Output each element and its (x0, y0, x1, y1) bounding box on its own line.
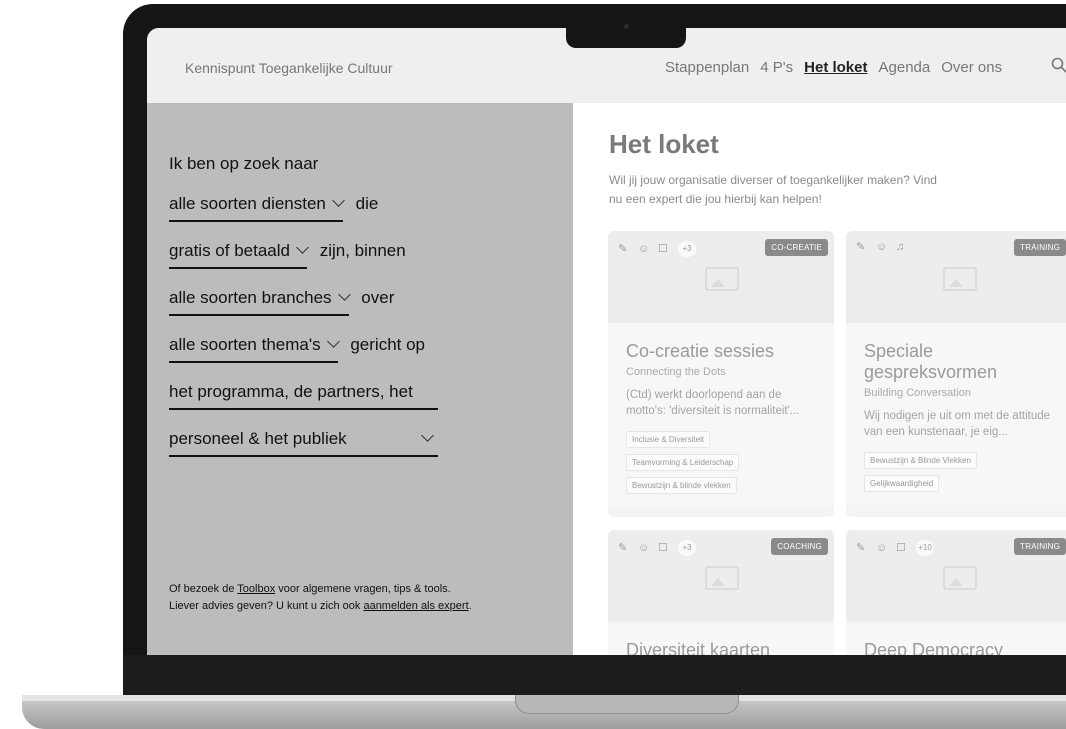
toolbox-link[interactable]: Toolbox (237, 583, 275, 595)
page-lead: Wil jij jouw organisatie diverser of toe… (609, 173, 937, 206)
site-brand[interactable]: Kennispunt Toegankelijke Cultuur (185, 60, 393, 76)
nav-item-over-ons[interactable]: Over ons (941, 59, 1002, 76)
category-badge: CO-CREATIE (765, 239, 828, 256)
card-title: Diversiteit kaarten (626, 640, 771, 655)
nav-item-het-loket[interactable]: Het loket (804, 59, 867, 76)
filter-row-target-1: het programma, de partners, het (169, 382, 438, 410)
image-placeholder-icon (705, 267, 739, 291)
category-badge: TRAINING (1014, 239, 1066, 256)
card-body: Deep Democracy (846, 622, 1066, 655)
target-select-line1[interactable]: het programma, de partners, het (169, 382, 438, 410)
signlanguage-icon: ☐ (658, 243, 668, 255)
filter-suffix: gericht op (350, 335, 426, 354)
screen: Kennispunt Toegankelijke Cultuur Stappen… (147, 28, 1066, 655)
footer-line-2: Liever advies geven? U kunt u zich ook a… (169, 600, 472, 612)
card-tags: Inclusie & Diversiteit Teamvorming & Lei… (626, 425, 816, 494)
filter-row-themas: alle soorten thema's gericht op (169, 335, 425, 363)
camera-icon (624, 24, 629, 29)
tag[interactable]: Bewustzijn & blinde vlekken (626, 477, 737, 494)
card-title: Speciale gespreksvormen (864, 341, 998, 382)
filter-row-branches: alle soorten branches over (169, 288, 394, 316)
mask-icon: ☺ (638, 542, 650, 554)
laptop-base-groove (515, 695, 739, 714)
card-description: Wij nodigen je uit om met de attitude va… (864, 410, 1051, 438)
card-description: (Ctd) werkt doorlopend aan de motto's: '… (626, 389, 800, 417)
chevron-down-icon (326, 335, 340, 348)
card-tags: Bewustzijn & Blinde Vlekken Gelijkwaardi… (864, 446, 1054, 492)
themes-select[interactable]: alle soorten thema's (169, 335, 340, 363)
card-subtitle: Building Conversation (864, 387, 972, 399)
card-icons: ✎ ☺ ☐ +3 (618, 540, 696, 556)
card-media: ✎ ☺ ☐ +3 CO-CREATIE (608, 231, 834, 323)
image-placeholder-icon (705, 566, 739, 590)
target-select[interactable]: personeel & het publiek (169, 429, 438, 457)
brush-icon: ✎ (618, 542, 628, 554)
main-content: Het loket Wil jij jouw organisatie diver… (573, 103, 1066, 655)
filter-suffix: over (361, 288, 395, 307)
card-media: ✎ ☺ ♫ TRAINING (846, 231, 1066, 323)
mask-icon: ☺ (638, 243, 650, 255)
image-placeholder-icon (943, 566, 977, 590)
footer-line-1: Of bezoek de Toolbox voor algemene vrage… (169, 583, 451, 595)
services-select[interactable]: alle soorten diensten (169, 194, 345, 222)
more-count: +10 (916, 540, 934, 556)
mask-icon: ☺ (876, 542, 888, 554)
card-body: Speciale gespreksvormen Building Convers… (846, 323, 1066, 504)
card-subtitle: Connecting the Dots (626, 366, 726, 378)
category-badge: COACHING (771, 538, 828, 555)
filter-row-target-2: personeel & het publiek (169, 429, 438, 457)
nav-item-stappenplan[interactable]: Stappenplan (665, 59, 749, 76)
card-title: Co-creatie sessies (626, 341, 775, 361)
nav-item-4ps[interactable]: 4 P's (760, 59, 793, 76)
tag[interactable]: Bewustzijn & Blinde Vlekken (864, 452, 977, 469)
brush-icon: ✎ (856, 542, 866, 554)
music-icon: ♫ (896, 241, 905, 253)
chevron-down-icon (332, 194, 345, 207)
card-body: Co-creatie sessies Connecting the Dots (… (608, 323, 834, 506)
expert-card[interactable]: ✎ ☺ ☐ +10 TRAINING Deep Democracy (846, 530, 1066, 655)
card-body: Diversiteit kaarten (608, 622, 834, 655)
laptop-chin (123, 655, 1066, 695)
expert-card[interactable]: ✎ ☺ ☐ +3 CO-CREATIE Co-creatie sessies C… (608, 231, 834, 517)
more-count: +3 (678, 241, 696, 257)
chevron-down-icon (421, 429, 434, 442)
category-badge: TRAINING (1014, 538, 1066, 555)
tag[interactable]: Gelijkwaardigheid (864, 475, 940, 492)
search-icon[interactable] (1051, 57, 1066, 73)
filter-panel: Ik ben op zoek naar alle soorten dienste… (147, 103, 573, 655)
signlanguage-icon: ☐ (658, 542, 668, 554)
filter-intro: Ik ben op zoek naar (169, 154, 319, 173)
tag[interactable]: Inclusie & Diversiteit (626, 431, 711, 448)
filter-suffix: die (355, 194, 379, 213)
image-placeholder-icon (943, 267, 977, 291)
card-media: ✎ ☺ ☐ +3 COACHING (608, 530, 834, 622)
register-expert-link[interactable]: aanmelden als expert (363, 600, 468, 612)
filter-suffix: zijn, binnen (319, 241, 406, 260)
nav-item-agenda[interactable]: Agenda (879, 59, 931, 76)
tag[interactable]: Teamvorming & Leiderschap (626, 454, 740, 471)
chevron-down-icon (337, 288, 351, 301)
filter-row-prijs: gratis of betaald zijn, binnen (169, 241, 406, 269)
brush-icon: ✎ (856, 241, 866, 253)
price-select[interactable]: gratis of betaald (169, 241, 309, 269)
chevron-down-icon (296, 241, 309, 254)
filter-row-diensten: alle soorten diensten die (169, 194, 378, 222)
more-count: +3 (678, 540, 696, 556)
brush-icon: ✎ (618, 243, 628, 255)
card-media: ✎ ☺ ☐ +10 TRAINING (846, 530, 1066, 622)
page-title: Het loket (609, 129, 719, 159)
expert-card[interactable]: ✎ ☺ ♫ TRAINING Speciale gespreksvormen B… (846, 231, 1066, 517)
card-icons: ✎ ☺ ♫ (856, 241, 908, 253)
branches-select[interactable]: alle soorten branches (169, 288, 351, 316)
mask-icon: ☺ (876, 241, 888, 253)
expert-card[interactable]: ✎ ☺ ☐ +3 COACHING Diversiteit kaarten (608, 530, 834, 655)
main-nav: Stappenplan 4 P's Het loket Agenda Over … (665, 59, 1013, 76)
card-title: Deep Democracy (864, 640, 1004, 655)
signlanguage-icon: ☐ (896, 542, 906, 554)
card-icons: ✎ ☺ ☐ +10 (856, 540, 934, 556)
footer-note: Of bezoek de Toolbox voor algemene vrage… (169, 581, 472, 615)
card-icons: ✎ ☺ ☐ +3 (618, 241, 696, 257)
